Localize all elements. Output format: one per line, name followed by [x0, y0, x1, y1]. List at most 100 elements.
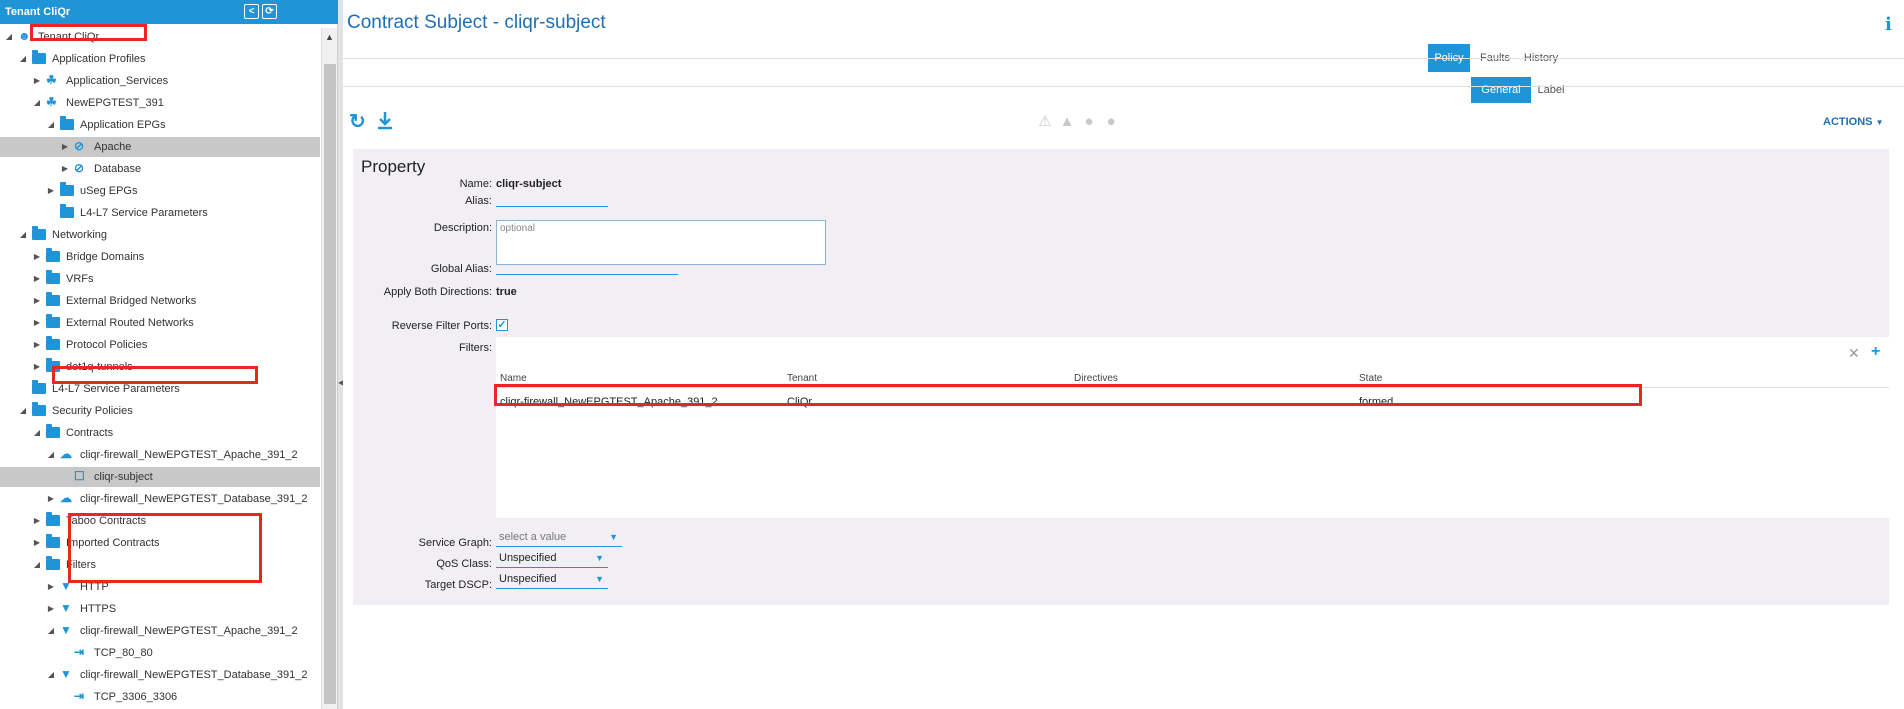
tabs-divider — [343, 58, 1904, 59]
folder-icon — [46, 424, 60, 438]
collapsed-arrow-icon[interactable]: ▶ — [32, 533, 42, 553]
collapsed-arrow-icon[interactable]: ▶ — [32, 71, 42, 91]
tree-node[interactable]: ◢ Application EPGs — [0, 115, 318, 135]
dropdown-caret-icon: ▼ — [595, 553, 604, 563]
critical-fault-icon[interactable]: ⚠ — [1037, 114, 1053, 130]
collapsed-arrow-icon[interactable]: ▶ — [32, 313, 42, 333]
collapsed-arrow-icon[interactable]: ▶ — [60, 137, 70, 157]
subtab-label[interactable]: Label — [1533, 77, 1569, 103]
tree-node[interactable]: ⇥ TCP_80_80 — [0, 643, 318, 663]
expanded-arrow-icon[interactable]: ◢ — [32, 555, 42, 575]
expanded-arrow-icon[interactable]: ◢ — [46, 621, 56, 641]
caret-down-icon: ▼ — [1875, 118, 1884, 127]
refresh-icon[interactable]: ↻ — [349, 112, 369, 132]
collapsed-arrow-icon[interactable]: ▶ — [32, 269, 42, 289]
refresh-tree-icon[interactable]: ⟳ — [262, 4, 277, 19]
collapsed-arrow-icon[interactable]: ▶ — [32, 357, 42, 377]
tree-node[interactable]: ◢ Security Policies — [0, 401, 318, 421]
subtabs-divider — [343, 86, 1904, 87]
expanded-arrow-icon[interactable]: ◢ — [18, 401, 28, 421]
collapsed-arrow-icon[interactable]: ▶ — [46, 489, 56, 509]
tree-node-label: TCP_3306_3306 — [94, 691, 178, 703]
tree-node[interactable]: L4-L7 Service Parameters — [0, 203, 318, 223]
tree-node-label: TCP_80_80 — [94, 647, 153, 659]
share-icon[interactable]: < — [244, 4, 259, 19]
dropdown-caret-icon: ▼ — [595, 574, 604, 584]
expanded-arrow-icon[interactable]: ◢ — [18, 49, 28, 69]
folder-icon — [60, 204, 74, 218]
tree-scrollbar[interactable]: ▲ — [321, 28, 337, 709]
add-icon[interactable]: + — [1871, 343, 1880, 361]
tree-node[interactable]: ◢ Application Profiles — [0, 49, 318, 69]
scroll-up-arrow-icon[interactable]: ▲ — [325, 32, 334, 42]
tree-node[interactable]: ⇥ TCP_3306_3306 — [0, 687, 318, 707]
expanded-arrow-icon[interactable]: ◢ — [4, 27, 14, 47]
expanded-arrow-icon[interactable]: ◢ — [46, 115, 56, 135]
tree-node-label: cliqr-subject — [94, 471, 153, 483]
folder-icon — [46, 534, 60, 548]
collapsed-arrow-icon[interactable]: ▶ — [46, 181, 56, 201]
alias-field[interactable] — [496, 187, 608, 207]
tree-node[interactable]: ◢ Networking — [0, 225, 318, 245]
info-icon[interactable]: i — [1885, 14, 1892, 35]
tree-node[interactable]: ▶ ☘ Application_Services — [0, 71, 318, 91]
tree-node[interactable]: ◢ ▼ cliqr-firewall_NewEPGTEST_Database_391… — [0, 665, 318, 685]
delete-icon[interactable]: ✕ — [1848, 345, 1860, 362]
column-header-name[interactable]: Name — [500, 373, 527, 384]
actions-menu[interactable]: ACTIONS ▼ — [1823, 116, 1883, 128]
expanded-arrow-icon[interactable]: ◢ — [32, 93, 42, 113]
tree-node-label: VRFs — [66, 273, 94, 285]
collapsed-arrow-icon[interactable]: ▶ — [46, 599, 56, 619]
major-fault-icon[interactable]: ▲ — [1059, 114, 1075, 130]
expanded-arrow-icon[interactable]: ◢ — [32, 423, 42, 443]
warning-fault-icon[interactable]: ● — [1103, 114, 1119, 130]
scrollbar-thumb[interactable] — [324, 64, 336, 704]
target-dscp-select[interactable]: Unspecified ▼ — [496, 571, 608, 589]
highlight-box-filter-row — [494, 384, 1642, 406]
column-header-tenant[interactable]: Tenant — [787, 373, 817, 384]
column-header-directives[interactable]: Directives — [1074, 373, 1118, 384]
app-profile-icon: ☘ — [46, 95, 57, 109]
navigation-header: Tenant CliQr < ⟳ — [0, 0, 338, 24]
collapsed-arrow-icon[interactable]: ▶ — [32, 511, 42, 531]
description-placeholder: optional — [500, 223, 536, 234]
collapsed-arrow-icon[interactable]: ▶ — [46, 577, 56, 597]
qos-class-label: QoS Class: — [436, 558, 492, 570]
collapsed-arrow-icon[interactable]: ▶ — [32, 291, 42, 311]
tree-node[interactable]: ▶ VRFs — [0, 269, 318, 289]
tree-node[interactable]: ▶ ▼ HTTPS — [0, 599, 318, 619]
service-graph-select[interactable]: select a value ▼ — [496, 529, 622, 547]
tree-node[interactable]: ▶ ⊘ Database — [0, 159, 318, 179]
collapsed-arrow-icon[interactable]: ▶ — [60, 159, 70, 179]
tree-node[interactable]: ◢ ▼ cliqr-firewall_NewEPGTEST_Apache_391_2 — [0, 621, 318, 641]
contract-icon: ☁ — [60, 491, 72, 505]
tree-node[interactable]: ◢ ☁ cliqr-firewall_NewEPGTEST_Apache_391_2 — [0, 445, 318, 465]
collapsed-arrow-icon[interactable]: ▶ — [32, 335, 42, 355]
minor-fault-icon[interactable]: ● — [1081, 114, 1097, 130]
tree-node[interactable]: ◢ Contracts — [0, 423, 318, 443]
tree-node-label: NewEPGTEST_391 — [66, 97, 164, 109]
reverse-filter-ports-checkbox[interactable]: ✓ — [496, 319, 508, 331]
tree-node[interactable]: ▶ ⊘ Apache — [0, 137, 320, 157]
qos-class-select[interactable]: Unspecified ▼ — [496, 550, 608, 568]
expanded-arrow-icon[interactable]: ◢ — [46, 445, 56, 465]
global-alias-field[interactable] — [496, 255, 678, 275]
tree-node[interactable]: ▶ uSeg EPGs — [0, 181, 318, 201]
tree-node-label: L4-L7 Service Parameters — [80, 207, 208, 219]
subject-icon: ☐ — [74, 469, 85, 483]
column-header-state[interactable]: State — [1359, 373, 1382, 384]
expanded-arrow-icon[interactable]: ◢ — [46, 665, 56, 685]
download-icon[interactable] — [375, 110, 395, 132]
folder-icon — [46, 556, 60, 570]
tree-node[interactable]: ▶ Bridge Domains — [0, 247, 318, 267]
property-title: Property — [361, 157, 426, 176]
tree-node[interactable]: ☐ cliqr-subject — [0, 467, 320, 487]
subtab-general[interactable]: General — [1471, 77, 1531, 103]
tree-node[interactable]: ▶ ☁ cliqr-firewall_NewEPGTEST_Database_391… — [0, 489, 318, 509]
tree-node[interactable]: ▶ External Bridged Networks — [0, 291, 318, 311]
tree-node[interactable]: ◢ ☘ NewEPGTEST_391 — [0, 93, 318, 113]
tree-node[interactable]: ▶ External Routed Networks — [0, 313, 318, 333]
collapsed-arrow-icon[interactable]: ▶ — [32, 247, 42, 267]
expanded-arrow-icon[interactable]: ◢ — [18, 225, 28, 245]
tree-node[interactable]: ▶ Protocol Policies — [0, 335, 318, 355]
